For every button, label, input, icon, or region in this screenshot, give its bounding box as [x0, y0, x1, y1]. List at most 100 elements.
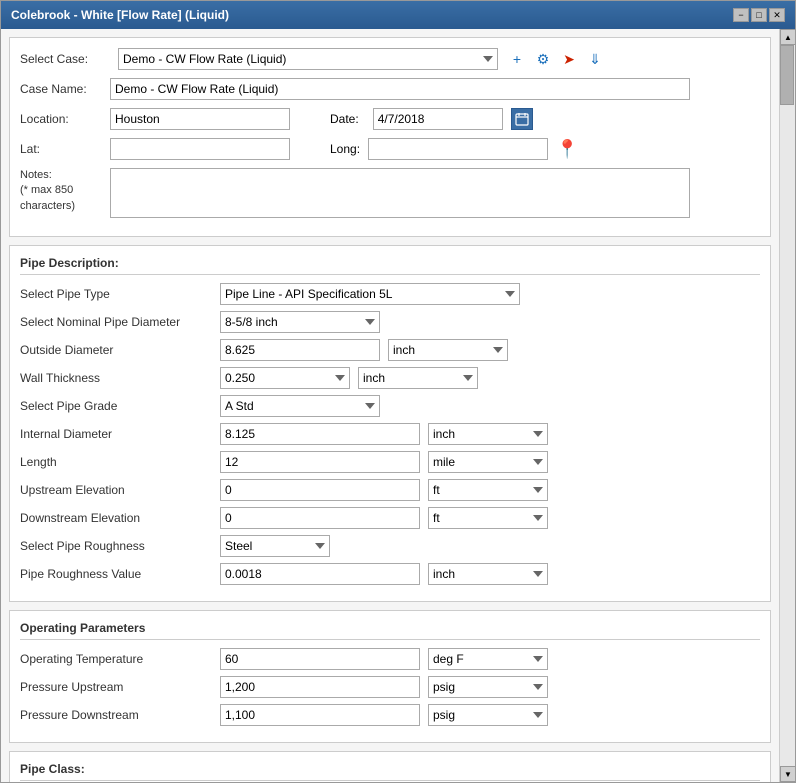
- pipe-class-section: Pipe Class: Youngs Modulus of Elasticity…: [9, 751, 771, 782]
- roughness-unit-select[interactable]: inch: [428, 563, 548, 585]
- date-input[interactable]: [373, 108, 503, 130]
- internal-diameter-input[interactable]: [220, 423, 420, 445]
- notes-row: Notes: (* max 850 characters): [20, 168, 760, 218]
- case-name-label: Case Name:: [20, 82, 110, 96]
- op-temp-unit-select[interactable]: deg F: [428, 648, 548, 670]
- pipe-type-label: Select Pipe Type: [20, 287, 220, 301]
- pipe-grade-select[interactable]: A Std: [220, 395, 380, 417]
- pressure-downstream-label: Pressure Downstream: [20, 708, 220, 722]
- downstream-elevation-input[interactable]: [220, 507, 420, 529]
- pressure-upstream-label: Pressure Upstream: [20, 680, 220, 694]
- pipe-roughness-row: Select Pipe Roughness Steel: [20, 535, 760, 557]
- lat-input[interactable]: [110, 138, 290, 160]
- op-temp-label: Operating Temperature: [20, 652, 220, 666]
- pressure-downstream-row: Pressure Downstream psig: [20, 704, 760, 726]
- main-window: Colebrook - White [Flow Rate] (Liquid) −…: [0, 0, 796, 783]
- outside-diameter-unit-select[interactable]: inch: [388, 339, 508, 361]
- content-area: Select Case: Demo - CW Flow Rate (Liquid…: [1, 29, 795, 782]
- pressure-upstream-row: Pressure Upstream psig: [20, 676, 760, 698]
- close-button[interactable]: ✕: [769, 8, 785, 22]
- internal-diameter-label: Internal Diameter: [20, 427, 220, 441]
- wall-thickness-label: Wall Thickness: [20, 371, 220, 385]
- pressure-downstream-unit-select[interactable]: psig: [428, 704, 548, 726]
- pipe-grade-row: Select Pipe Grade A Std: [20, 395, 760, 417]
- long-input[interactable]: [368, 138, 548, 160]
- select-case-dropdown[interactable]: Demo - CW Flow Rate (Liquid): [118, 48, 498, 70]
- roughness-value-input[interactable]: [220, 563, 420, 585]
- location-pin-icon[interactable]: 📍: [556, 139, 578, 160]
- location-input[interactable]: [110, 108, 290, 130]
- length-input[interactable]: [220, 451, 420, 473]
- select-case-row: Select Case: Demo - CW Flow Rate (Liquid…: [20, 48, 760, 70]
- share-icon[interactable]: ➤: [558, 48, 580, 70]
- wall-thickness-row: Wall Thickness 0.250 inch: [20, 367, 760, 389]
- roughness-value-label: Pipe Roughness Value: [20, 567, 220, 581]
- select-case-label: Select Case:: [20, 52, 110, 66]
- minimize-button[interactable]: −: [733, 8, 749, 22]
- scroll-track[interactable]: [780, 45, 795, 766]
- location-label: Location:: [20, 112, 110, 126]
- op-temp-row: Operating Temperature deg F: [20, 648, 760, 670]
- scrollbar: ▲ ▼: [779, 29, 795, 782]
- length-unit-select[interactable]: mile: [428, 451, 548, 473]
- add-icon[interactable]: +: [506, 48, 528, 70]
- wall-thickness-select[interactable]: 0.250: [220, 367, 350, 389]
- title-bar: Colebrook - White [Flow Rate] (Liquid) −…: [1, 1, 795, 29]
- window-controls: − □ ✕: [733, 8, 785, 22]
- pipe-roughness-select[interactable]: Steel: [220, 535, 330, 557]
- pipe-diameter-select[interactable]: 8-5/8 inch: [220, 311, 380, 333]
- internal-diameter-unit-select[interactable]: inch: [428, 423, 548, 445]
- lat-long-row: Lat: Long: 📍: [20, 138, 760, 160]
- outside-diameter-input[interactable]: [220, 339, 380, 361]
- upstream-elevation-input[interactable]: [220, 479, 420, 501]
- internal-diameter-row: Internal Diameter inch: [20, 423, 760, 445]
- pipe-roughness-label: Select Pipe Roughness: [20, 539, 220, 553]
- downstream-elevation-row: Downstream Elevation ft: [20, 507, 760, 529]
- long-label: Long:: [330, 142, 360, 156]
- length-row: Length mile: [20, 451, 760, 473]
- op-temp-input[interactable]: [220, 648, 420, 670]
- pipe-type-row: Select Pipe Type Pipe Line - API Specifi…: [20, 283, 760, 305]
- case-name-row: Case Name:: [20, 78, 760, 100]
- scroll-down-button[interactable]: ▼: [780, 766, 795, 782]
- pressure-upstream-input[interactable]: [220, 676, 420, 698]
- upstream-elevation-row: Upstream Elevation ft: [20, 479, 760, 501]
- lat-label: Lat:: [20, 142, 110, 156]
- upstream-elevation-label: Upstream Elevation: [20, 483, 220, 497]
- top-section: Select Case: Demo - CW Flow Rate (Liquid…: [9, 37, 771, 237]
- length-label: Length: [20, 455, 220, 469]
- outside-diameter-row: Outside Diameter inch: [20, 339, 760, 361]
- date-label: Date:: [330, 112, 359, 126]
- pipe-class-title: Pipe Class:: [20, 762, 760, 781]
- maximize-button[interactable]: □: [751, 8, 767, 22]
- operating-parameters-section: Operating Parameters Operating Temperatu…: [9, 610, 771, 743]
- location-date-row: Location: Date:: [20, 108, 760, 130]
- pipe-diameter-row: Select Nominal Pipe Diameter 8-5/8 inch: [20, 311, 760, 333]
- scroll-thumb[interactable]: [780, 45, 794, 105]
- date-row: Date:: [330, 108, 533, 130]
- pipe-type-select[interactable]: Pipe Line - API Specification 5L: [220, 283, 520, 305]
- operating-parameters-title: Operating Parameters: [20, 621, 760, 640]
- notes-label: Notes: (* max 850 characters): [20, 168, 110, 214]
- pressure-upstream-unit-select[interactable]: psig: [428, 676, 548, 698]
- gear-icon[interactable]: ⚙: [532, 48, 554, 70]
- pressure-downstream-input[interactable]: [220, 704, 420, 726]
- calendar-icon[interactable]: [511, 108, 533, 130]
- downstream-elevation-label: Downstream Elevation: [20, 511, 220, 525]
- toolbar-icons: + ⚙ ➤ ⇓: [506, 48, 606, 70]
- case-name-input[interactable]: [110, 78, 690, 100]
- main-panel: Select Case: Demo - CW Flow Rate (Liquid…: [1, 29, 779, 782]
- download-icon[interactable]: ⇓: [584, 48, 606, 70]
- outside-diameter-label: Outside Diameter: [20, 343, 220, 357]
- pipe-grade-label: Select Pipe Grade: [20, 399, 220, 413]
- pipe-description-section: Pipe Description: Select Pipe Type Pipe …: [9, 245, 771, 602]
- notes-textarea[interactable]: [110, 168, 690, 218]
- pipe-diameter-label: Select Nominal Pipe Diameter: [20, 315, 220, 329]
- pipe-description-title: Pipe Description:: [20, 256, 760, 275]
- scroll-up-button[interactable]: ▲: [780, 29, 795, 45]
- upstream-elevation-unit-select[interactable]: ft: [428, 479, 548, 501]
- window-title: Colebrook - White [Flow Rate] (Liquid): [11, 8, 229, 22]
- roughness-value-row: Pipe Roughness Value inch: [20, 563, 760, 585]
- wall-thickness-unit-select[interactable]: inch: [358, 367, 478, 389]
- downstream-elevation-unit-select[interactable]: ft: [428, 507, 548, 529]
